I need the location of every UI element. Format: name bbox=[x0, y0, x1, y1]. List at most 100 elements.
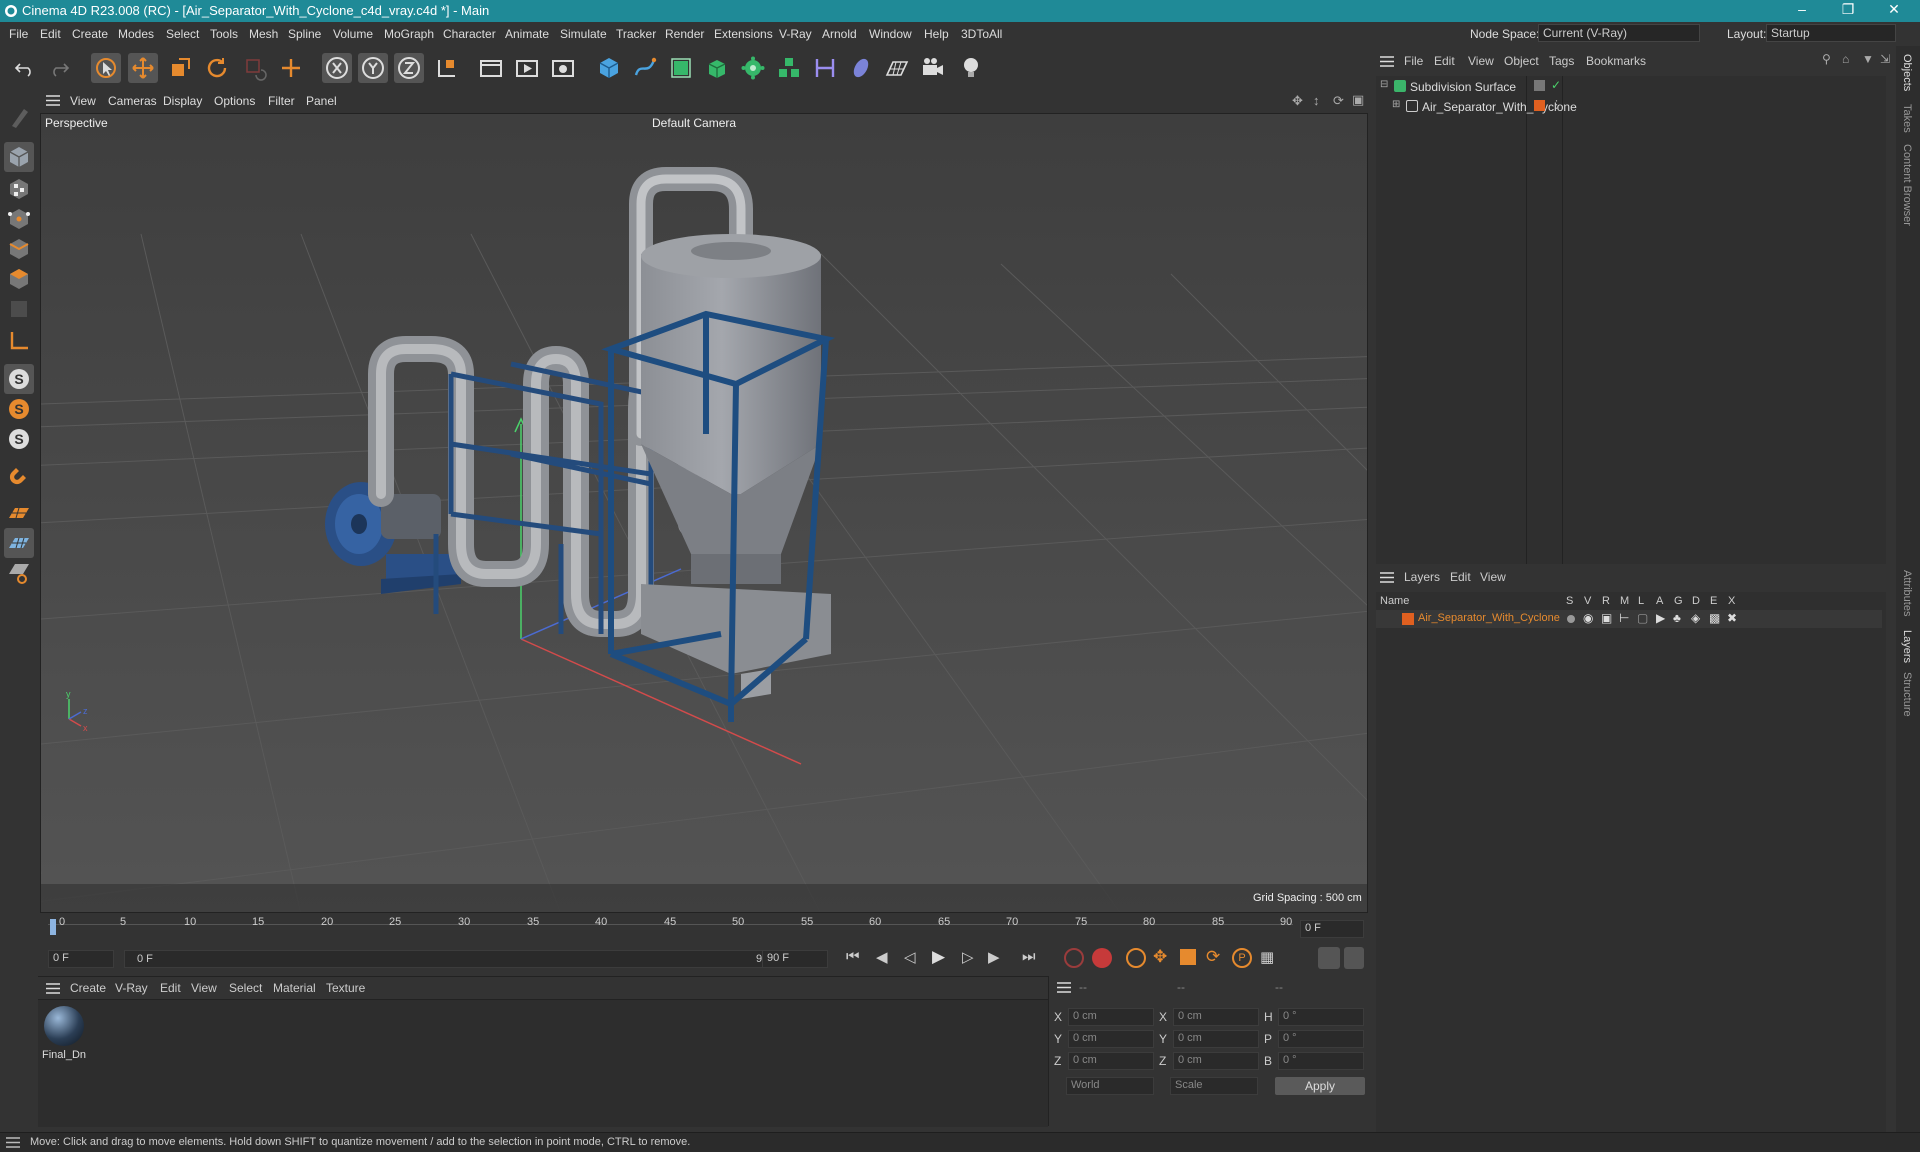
layer-lock-icon[interactable]: ▢ bbox=[1637, 611, 1648, 625]
viewport-menu-view[interactable]: View bbox=[70, 94, 96, 108]
layer-col-expressions[interactable]: E bbox=[1710, 595, 1717, 607]
menu-create[interactable]: Create bbox=[72, 27, 108, 41]
menu-render[interactable]: Render bbox=[665, 27, 704, 41]
node-space-select[interactable]: Current (V-Ray) bbox=[1538, 24, 1700, 42]
viewport-move-icon[interactable]: ✥ bbox=[1292, 93, 1303, 109]
object-menu-tags[interactable]: Tags bbox=[1549, 54, 1574, 68]
render-settings-icon[interactable] bbox=[548, 53, 578, 83]
layer-color-swatch[interactable] bbox=[1402, 613, 1414, 625]
menu-mograph[interactable]: MoGraph bbox=[384, 27, 434, 41]
layer-menu-layers[interactable]: Layers bbox=[1404, 570, 1440, 584]
menu-help[interactable]: Help bbox=[924, 27, 949, 41]
auto-keying-icon[interactable] bbox=[1092, 948, 1112, 968]
current-frame-field[interactable]: 0 F bbox=[1300, 920, 1364, 938]
layer-name[interactable]: Air_Separator_With_Cyclone bbox=[1418, 612, 1560, 624]
layer-view-icon[interactable]: ◉ bbox=[1583, 611, 1593, 625]
material-menu-view[interactable]: View bbox=[191, 981, 217, 995]
next-frame-icon[interactable]: ▷ bbox=[962, 948, 974, 966]
material-menu-create[interactable]: Create bbox=[70, 981, 106, 995]
size-z-field[interactable]: 0 cm bbox=[1173, 1052, 1259, 1070]
scale-tool-icon[interactable] bbox=[165, 53, 195, 83]
visibility-dots-icon[interactable]: ⋮ bbox=[1551, 98, 1562, 111]
menu-modes[interactable]: Modes bbox=[118, 27, 154, 41]
material-menu-edit[interactable]: Edit bbox=[160, 981, 181, 995]
layer-col-locked[interactable]: L bbox=[1638, 595, 1644, 607]
symmetry-icon[interactable]: S bbox=[4, 424, 34, 454]
layer-col-animation[interactable]: A bbox=[1656, 595, 1663, 607]
object-new-window-icon[interactable]: ⇲ bbox=[1880, 52, 1890, 66]
side-tab-attributes[interactable]: Attributes bbox=[1901, 570, 1913, 616]
object-menu-object[interactable]: Object bbox=[1504, 54, 1539, 68]
layer-deformers-icon[interactable]: ◈ bbox=[1691, 611, 1700, 625]
layer-panel-menu-icon[interactable] bbox=[1380, 572, 1394, 583]
polygons-mode-icon[interactable] bbox=[4, 264, 34, 294]
key-parameter-icon[interactable]: P bbox=[1232, 948, 1252, 968]
layer-solo-icon[interactable] bbox=[1567, 615, 1575, 623]
object-menu-view[interactable]: View bbox=[1468, 54, 1494, 68]
timeline-window-icon[interactable] bbox=[1344, 947, 1364, 969]
next-key-icon[interactable]: ▶ bbox=[988, 948, 1000, 966]
rotate-tool-icon[interactable] bbox=[202, 53, 232, 83]
object-search-icon[interactable]: ⚲ bbox=[1822, 52, 1831, 66]
viewport-rotate-icon[interactable]: ⟳ bbox=[1333, 93, 1344, 109]
menu-tools[interactable]: Tools bbox=[210, 27, 238, 41]
layer-generators-icon[interactable]: ♣ bbox=[1673, 611, 1681, 625]
object-home-icon[interactable]: ⌂ bbox=[1842, 52, 1849, 66]
deformer-icon[interactable] bbox=[810, 53, 840, 83]
z-axis-lock-icon[interactable] bbox=[394, 53, 424, 83]
viewport-camera-label[interactable]: Default Camera bbox=[652, 116, 736, 130]
object-menu-bookmarks[interactable]: Bookmarks bbox=[1586, 54, 1646, 68]
snap-icon[interactable]: S bbox=[4, 364, 34, 394]
timeline-ruler[interactable]: 0 5 10 15 20 25 30 35 40 45 50 55 60 65 … bbox=[38, 914, 1368, 944]
viewport-menu-options[interactable]: Options bbox=[214, 94, 255, 108]
recent-tool-icon[interactable] bbox=[240, 53, 270, 83]
magnet-icon[interactable] bbox=[4, 462, 34, 492]
menu-arnold[interactable]: Arnold bbox=[822, 27, 857, 41]
axis-mode-icon[interactable] bbox=[4, 326, 34, 356]
layer-render-icon[interactable]: ▣ bbox=[1601, 611, 1612, 625]
position-x-field[interactable]: 0 cm bbox=[1068, 1008, 1154, 1026]
key-point-level-icon[interactable]: ▦ bbox=[1260, 948, 1274, 966]
menu-character[interactable]: Character bbox=[443, 27, 496, 41]
layer-animation-icon[interactable]: ▶ bbox=[1656, 611, 1665, 625]
material-menu-select[interactable]: Select bbox=[229, 981, 262, 995]
y-axis-lock-icon[interactable] bbox=[358, 53, 388, 83]
side-tab-content-browser[interactable]: Content Browser bbox=[1901, 144, 1913, 226]
coord-panel-menu-icon[interactable] bbox=[1057, 982, 1071, 993]
uv-mode-icon[interactable] bbox=[4, 294, 34, 324]
object-menu-edit[interactable]: Edit bbox=[1434, 54, 1455, 68]
cloner-icon[interactable] bbox=[738, 53, 768, 83]
subdivision-surface-icon[interactable] bbox=[666, 53, 696, 83]
go-to-end-icon[interactable]: ⏭ bbox=[1022, 948, 1036, 965]
menu-select[interactable]: Select bbox=[166, 27, 199, 41]
menu-mesh[interactable]: Mesh bbox=[249, 27, 278, 41]
size-x-field[interactable]: 0 cm bbox=[1173, 1008, 1259, 1026]
layer-expressions-icon[interactable]: ▩ bbox=[1709, 611, 1720, 625]
workplane-icon[interactable] bbox=[4, 498, 34, 528]
layer-col-deformers[interactable]: D bbox=[1692, 595, 1700, 607]
live-selection-icon[interactable] bbox=[91, 53, 121, 83]
object-name[interactable]: Subdivision Surface bbox=[1410, 80, 1516, 94]
viewport-menu-cameras[interactable]: Cameras bbox=[108, 94, 157, 108]
layer-row[interactable]: Air_Separator_With_Cyclone ◉ ▣ ⊢ ▢ ▶ ♣ ◈… bbox=[1376, 610, 1882, 628]
x-axis-lock-icon[interactable] bbox=[322, 53, 352, 83]
layer-col-manager[interactable]: M bbox=[1620, 595, 1629, 607]
close-icon[interactable]: ✕ bbox=[1874, 1, 1914, 18]
layer-col-solo[interactable]: S bbox=[1566, 595, 1573, 607]
model-mode-icon[interactable] bbox=[4, 142, 34, 172]
menu-tracker[interactable]: Tracker bbox=[616, 27, 656, 41]
go-to-start-icon[interactable]: ⏮ bbox=[846, 948, 860, 965]
visibility-icon[interactable] bbox=[1534, 80, 1545, 91]
menu-spline[interactable]: Spline bbox=[288, 27, 321, 41]
coordinate-system-icon[interactable] bbox=[432, 53, 462, 83]
position-z-field[interactable]: 0 cm bbox=[1068, 1052, 1154, 1070]
viewport-maximize-icon[interactable]: ▣ bbox=[1352, 92, 1364, 108]
edges-mode-icon[interactable] bbox=[4, 234, 34, 264]
key-rotation-icon[interactable]: ⟳ bbox=[1206, 947, 1220, 967]
expand-icon[interactable]: ⊞ bbox=[1392, 99, 1400, 110]
grid-plane-icon[interactable] bbox=[4, 528, 34, 558]
object-row[interactable]: ⊞ Air_Separator_With_Cyclone ⋮ bbox=[1376, 98, 1882, 116]
layer-xref-icon[interactable]: ✖ bbox=[1727, 611, 1737, 625]
viewport-menu-filter[interactable]: Filter bbox=[268, 94, 295, 108]
soft-selection-icon[interactable]: S bbox=[4, 394, 34, 424]
